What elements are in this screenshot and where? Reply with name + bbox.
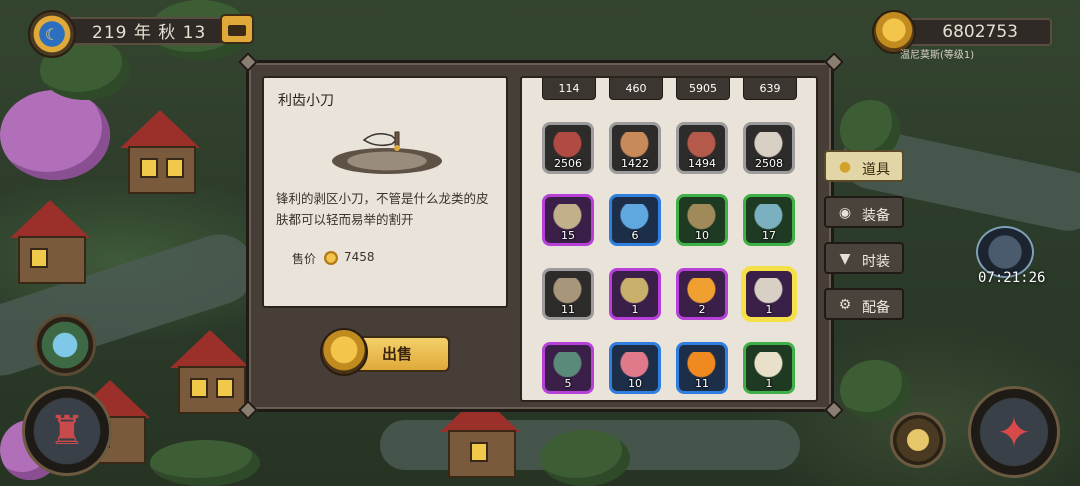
village-house — [170, 330, 250, 420]
inventory-slot[interactable]: 17 — [743, 194, 795, 246]
item-quantity: 6 — [631, 229, 639, 242]
fang-icon — [754, 132, 786, 160]
village-house — [120, 110, 200, 200]
tree — [0, 90, 110, 180]
tree — [840, 360, 910, 420]
item-quantity: 11 — [561, 303, 575, 316]
tree — [540, 430, 630, 486]
pouch-icon: ● — [838, 159, 852, 175]
item-count-label: 460 — [609, 78, 663, 100]
gear-icon: ⚙ — [838, 297, 852, 313]
tab-pouch[interactable]: ● 道具 — [824, 150, 904, 182]
item-quantity: 2506 — [554, 157, 582, 170]
item-detail-card: 利齿小刀 锋利的剥区小刀，不管是什么龙类的皮肤都可以轻而易举的割开 售价 745… — [262, 76, 508, 308]
inventory-slot[interactable]: 1494 — [676, 122, 728, 174]
sell-button-label: 出售 — [382, 345, 413, 363]
price-value: 7458 — [344, 250, 375, 264]
helmet-icon: ◉ — [838, 205, 852, 221]
tab-label: 装备 — [862, 208, 890, 224]
calendar-button[interactable] — [220, 14, 254, 44]
fire-icon — [687, 352, 719, 380]
item-count-label: 639 — [743, 78, 797, 100]
bone-icon — [754, 352, 786, 380]
item-quantity: 1422 — [621, 157, 649, 170]
claw-icon — [620, 204, 652, 232]
inventory-slot[interactable]: 11 — [676, 342, 728, 394]
coin-hand-icon — [320, 328, 368, 376]
wings-icon — [687, 204, 719, 232]
tab-shirt[interactable]: ▼ 时装 — [824, 242, 904, 274]
tab-label: 道具 — [862, 162, 890, 178]
village-house — [10, 200, 90, 290]
castle-icon: ♜ — [49, 408, 85, 454]
knife-icon — [754, 278, 786, 306]
item-name: 利齿小刀 — [278, 93, 334, 109]
inventory-slot[interactable]: 11 — [542, 268, 594, 320]
tab-helmet[interactable]: ◉ 装备 — [824, 196, 904, 228]
date-text: 219 年 秋 13 — [64, 17, 224, 45]
inventory-slot[interactable]: 2506 — [542, 122, 594, 174]
inventory-slot[interactable]: 1 — [743, 342, 795, 394]
quest-round-button[interactable] — [34, 314, 96, 376]
date-display: 219 年 秋 13 ☾ — [28, 10, 224, 58]
tab-gear[interactable]: ⚙ 配备 — [824, 288, 904, 320]
event-round-button[interactable] — [890, 412, 946, 468]
item-preview — [332, 124, 442, 180]
item-quantity: 2 — [698, 303, 706, 316]
item-quantity: 2508 — [755, 157, 783, 170]
inventory-slot[interactable]: 1 — [743, 268, 795, 320]
inventory-slot[interactable]: 6 — [609, 194, 661, 246]
inventory-grid[interactable]: 114 460 5905 639 2506 1422 1494 2508 15 6 10 17 11 1 2… — [520, 76, 818, 402]
item-quantity: 11 — [695, 377, 709, 390]
inventory-slot[interactable]: 2508 — [743, 122, 795, 174]
hide-icon — [620, 132, 652, 160]
inventory-slot[interactable]: 10 — [676, 194, 728, 246]
item-quantity: 10 — [695, 229, 709, 242]
scroll-icon — [553, 204, 585, 232]
building-round-button[interactable]: ♜ — [22, 386, 112, 476]
inventory-slot[interactable]: 1 — [609, 268, 661, 320]
npc-name-label: 温尼莫斯(等级1) — [900, 50, 975, 61]
knife-icon — [362, 131, 400, 151]
inventory-slot[interactable]: 15 — [542, 194, 594, 246]
item-quantity: 1 — [631, 303, 639, 316]
horn-icon — [620, 278, 652, 306]
scale-icon — [754, 204, 786, 232]
tab-label: 配备 — [862, 300, 890, 316]
sell-button[interactable]: 出售 — [320, 328, 452, 376]
item-quantity: 10 — [628, 377, 642, 390]
tab-label: 时装 — [862, 254, 890, 270]
shirt-icon: ▼ — [839, 251, 851, 267]
inventory-slot[interactable]: 10 — [609, 342, 661, 394]
tree — [150, 440, 260, 486]
potion-bag-icon — [553, 278, 585, 306]
item-quantity: 5 — [564, 377, 572, 390]
gem-icon — [553, 352, 585, 380]
coin-icon — [324, 251, 338, 265]
ham-icon — [687, 132, 719, 160]
item-count-label: 114 — [542, 78, 596, 100]
flame-crystal-icon — [687, 278, 719, 306]
item-quantity: 15 — [561, 229, 575, 242]
item-count-label: 5905 — [676, 78, 730, 100]
gold-amount: 6802753 — [908, 18, 1052, 46]
item-quantity: 1 — [765, 377, 773, 390]
calendar-icon — [228, 22, 246, 36]
raw-meat-icon — [553, 132, 585, 160]
price-label: 售价 — [292, 252, 317, 266]
pink-leaf-icon — [620, 352, 652, 380]
inventory-slot[interactable]: 2 — [676, 268, 728, 320]
item-quantity: 1494 — [688, 157, 716, 170]
item-description: 锋利的剥区小刀，不管是什么龙类的皮肤都可以轻而易举的割开 — [276, 191, 489, 227]
countdown-timer: 07:21:26 — [978, 270, 1046, 286]
battle-round-button[interactable]: ✦ — [968, 386, 1060, 478]
dragon-icon: ✦ — [996, 407, 1032, 457]
inventory-slot[interactable]: 1422 — [609, 122, 661, 174]
item-quantity: 1 — [765, 303, 773, 316]
inventory-slot[interactable]: 5 — [542, 342, 594, 394]
item-quantity: 17 — [762, 229, 776, 242]
season-emblem-icon[interactable]: ☾ — [28, 10, 76, 58]
